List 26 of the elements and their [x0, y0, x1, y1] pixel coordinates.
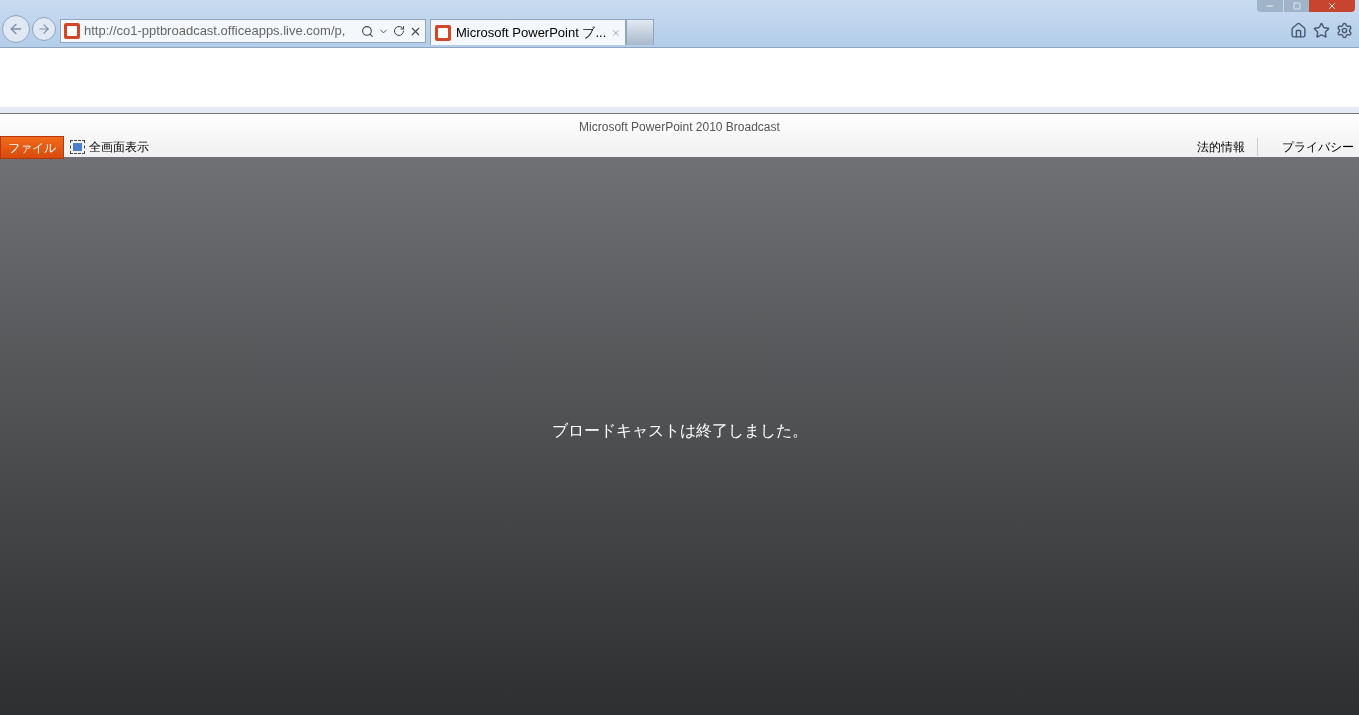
close-button[interactable] — [1309, 0, 1355, 12]
file-tab[interactable]: ファイル — [0, 136, 64, 159]
footer-link[interactable]: プライバシー — [1257, 138, 1359, 156]
forward-button[interactable] — [32, 17, 56, 41]
status-message: ブロードキャストは終了しました。 — [551, 421, 808, 441]
home-icon[interactable] — [1290, 22, 1307, 39]
tab-title: Microsoft PowerPoint ブ... — [456, 23, 607, 42]
presentation-icon — [435, 24, 451, 41]
restore-icon — [1292, 2, 1301, 10]
close-icon — [1327, 1, 1337, 11]
address-bar[interactable]: http://co1-pptbroadcast.officeapps.live.com/p, — [60, 19, 426, 43]
forward-arrow-icon — [37, 22, 51, 36]
restore-button[interactable] — [1283, 0, 1309, 12]
refresh-icon[interactable] — [393, 25, 405, 37]
footer-link[interactable]: 法的情報 — [1185, 138, 1257, 156]
favorites-icon[interactable] — [1313, 22, 1330, 39]
app-title: Microsoft PowerPoint 2010 Broadcast — [579, 119, 780, 136]
search-icon[interactable] — [361, 24, 374, 38]
back-button[interactable] — [2, 15, 30, 43]
fullscreen-icon — [70, 140, 85, 154]
presentation-icon — [64, 23, 80, 39]
new-tab-button[interactable] — [626, 19, 654, 45]
browser-tab[interactable]: Microsoft PowerPoint ブ... — [430, 19, 626, 45]
fullscreen-button[interactable]: 全画面表示 — [70, 138, 149, 156]
address-text: http://co1-pptbroadcast.officeapps.live.com/p, — [84, 22, 347, 41]
settings-icon[interactable] — [1336, 22, 1353, 39]
